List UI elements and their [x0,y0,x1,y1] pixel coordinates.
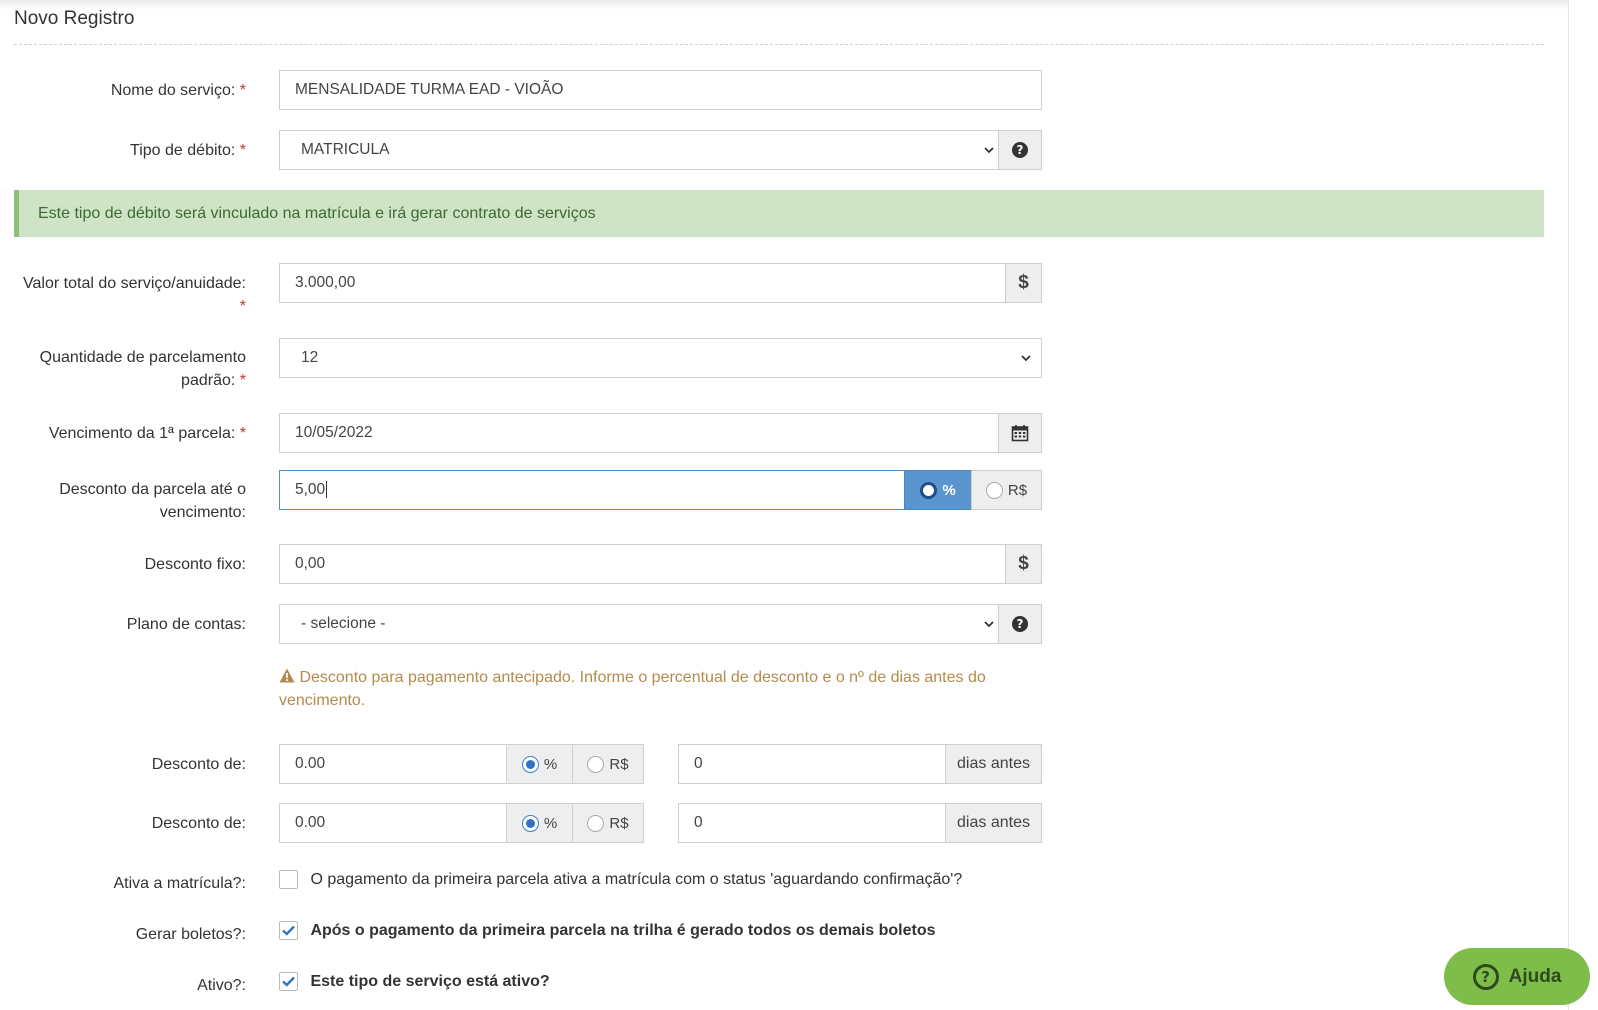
fixed-discount-label: Desconto fixo: [144,556,246,573]
active-field: Este tipo de serviço está ativo? [279,972,550,991]
early-discount-value-input[interactable]: 0.00 [279,744,507,784]
debit-type-label: Tipo de débito: * [130,142,246,159]
total-value-input[interactable]: 3.000,00 [279,263,1006,303]
check-icon [282,925,295,936]
activate-enrollment-field: O pagamento da primeira parcela ativa a … [279,870,962,889]
chevron-down-icon [984,621,994,628]
activate-enrollment-checkbox[interactable] [279,870,298,889]
discount-percent-option[interactable]: % [904,470,972,510]
chart-of-accounts-help-button[interactable]: ? [998,604,1042,644]
early-discount-days-input[interactable]: 0 [678,744,946,784]
installments-select[interactable]: 12 [279,338,1042,378]
radio-currency[interactable] [587,755,605,773]
radio-currency[interactable] [587,814,605,832]
early-discount-warning: Desconto para pagamento antecipado. Info… [279,668,986,709]
discount-currency-option[interactable]: R$ [971,470,1042,510]
early-discount-percent-option[interactable]: % [506,803,573,843]
days-before-addon: dias antes [945,803,1042,843]
radio-currency[interactable] [985,481,1003,499]
chart-of-accounts-select[interactable]: - selecione - [279,604,999,644]
installment-discount-label: Desconto da parcela até o vencimento: [59,481,246,521]
service-name-input[interactable]: MENSALIDADE TURMA EAD - VIOÃO [279,70,1042,110]
service-name-label: Nome do serviço: * [110,82,246,99]
calendar-button[interactable] [998,413,1042,453]
top-shadow [0,0,1568,10]
early-discount-label: Desconto de: [151,815,246,832]
active-checkbox[interactable] [279,972,298,991]
early-discount-label: Desconto de: [151,756,246,773]
days-before-addon: dias antes [945,744,1042,784]
radio-percent[interactable] [521,755,539,773]
radio-percent[interactable] [521,814,539,832]
dollar-icon: $ [1005,544,1042,584]
help-button[interactable]: ? Ajuda [1444,948,1590,1005]
activate-enrollment-label: Ativa a matrícula?: [113,875,247,892]
fixed-discount-input[interactable]: 0,00 [279,544,1006,584]
check-icon [282,976,295,987]
debit-type-help-button[interactable]: ? [998,130,1042,170]
question-circle-icon: ? [1012,142,1028,158]
chevron-down-icon [984,147,994,154]
chevron-down-icon [1021,355,1031,362]
generate-slips-label: Gerar boletos?: [135,926,246,943]
page-title: Novo Registro [14,8,135,29]
generate-slips-field: Após o pagamento da primeira parcela na … [279,921,936,940]
text-cursor [326,481,328,498]
early-discount-currency-option[interactable]: R$ [572,803,644,843]
question-circle-icon: ? [1012,616,1028,632]
question-circle-icon: ? [1472,963,1499,990]
dollar-icon: $ [1005,263,1042,303]
debit-type-select[interactable]: MATRICULA [279,130,999,170]
chart-of-accounts-label: Plano de contas: [126,616,246,633]
first-due-input[interactable]: 10/05/2022 [279,413,999,453]
early-discount-days-input[interactable]: 0 [678,803,946,843]
title-divider [14,44,1544,45]
calendar-icon [1011,425,1029,442]
warning-icon [279,668,295,683]
total-value-label: Valor total do serviço/anuidade: * [23,275,246,315]
debit-type-alert: Este tipo de débito será vinculado na ma… [14,190,1544,237]
installments-label: Quantidade de parcelamento padrão: * [39,349,246,389]
early-discount-value-input[interactable]: 0.00 [279,803,507,843]
active-label: Ativo?: [197,977,246,994]
early-discount-percent-option[interactable]: % [506,744,573,784]
installment-discount-input[interactable]: 5,00 [279,470,905,510]
first-due-label: Vencimento da 1ª parcela: * [48,425,246,442]
radio-percent[interactable] [920,481,938,499]
early-discount-currency-option[interactable]: R$ [572,744,644,784]
generate-slips-checkbox[interactable] [279,921,298,940]
scrollbar-track[interactable] [1568,0,1598,1010]
